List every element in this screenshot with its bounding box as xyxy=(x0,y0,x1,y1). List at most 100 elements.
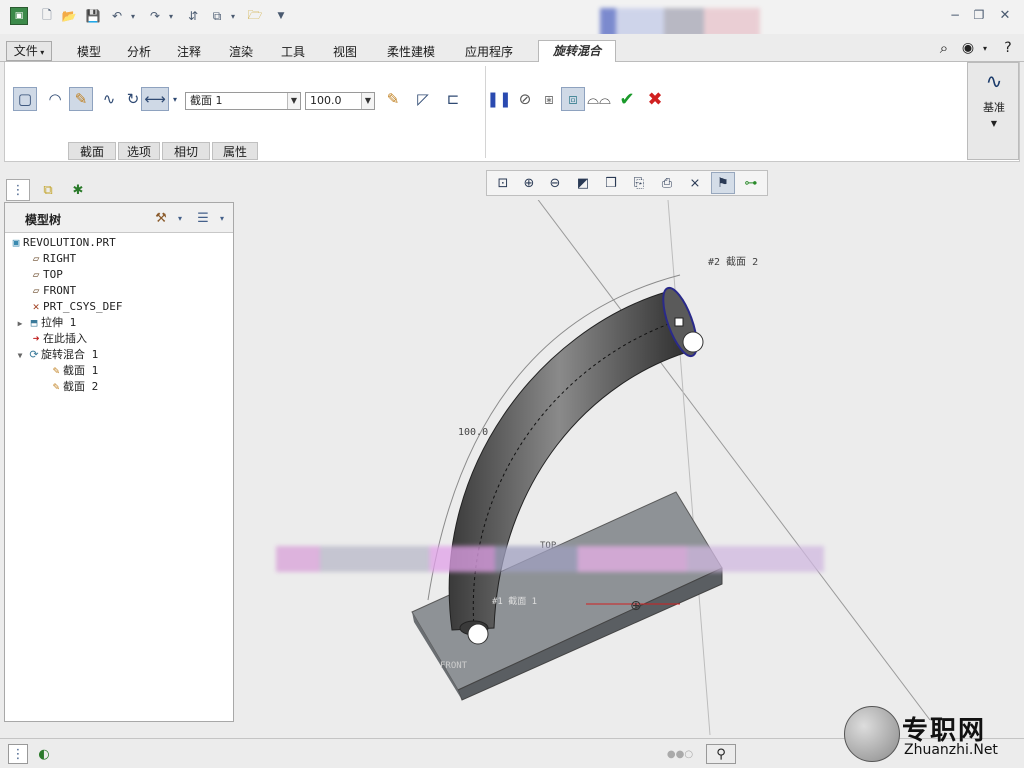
section-select[interactable]: 截面 1 ▼ xyxy=(185,92,301,110)
close-icon[interactable]: ✕ xyxy=(996,6,1014,24)
tab-analysis[interactable]: 分析 xyxy=(116,42,162,62)
help-icon[interactable]: ? xyxy=(998,38,1018,58)
graphics-area[interactable]: ⊕ 100.0 #2 截面 2 #1 截面 1 TOP FRONT xyxy=(240,200,1024,735)
tree-item-label: 拉伸 1 xyxy=(41,316,77,329)
tree-settings-dropdown-icon[interactable]: ▾ xyxy=(175,208,185,228)
tab-flexible-modeling[interactable]: 柔性建模 xyxy=(374,42,448,62)
tab-tools[interactable]: 工具 xyxy=(270,42,316,62)
app-logo-icon: ▣ xyxy=(10,7,28,25)
tab-annotate[interactable]: 注释 xyxy=(166,42,212,62)
folder-browser-tab-icon[interactable]: ⧉ xyxy=(36,179,60,201)
zoom-out-icon[interactable]: ⊖ xyxy=(543,172,567,194)
tab-applications[interactable]: 应用程序 xyxy=(454,42,524,62)
model-tree-tab-icon[interactable]: ⋮ xyxy=(6,179,30,201)
spline-icon[interactable]: ∿ xyxy=(97,87,121,111)
display-style-icon[interactable]: ❒ xyxy=(599,172,623,194)
datum-group[interactable]: ∿ 基准 ▼ xyxy=(967,62,1019,160)
help-dropdown-icon[interactable]: ▾ xyxy=(980,38,990,58)
new-file-icon[interactable]: 🗋 xyxy=(38,7,56,25)
navigator-tabs: ⋮ ⧉ ✱ xyxy=(4,176,96,202)
datum-axis-vertical xyxy=(667,200,711,735)
tree-item-csys[interactable]: ✕ PRT_CSYS_DEF xyxy=(29,299,123,315)
favorites-tab-icon[interactable]: ✱ xyxy=(66,179,90,201)
section-select-value: 截面 1 xyxy=(190,94,223,107)
undo-icon[interactable]: ↶ xyxy=(108,7,126,25)
subtab-properties[interactable]: 属性 xyxy=(212,142,258,160)
drag-handle-bottom[interactable] xyxy=(467,623,489,645)
show-navigator-icon[interactable]: ⋮ xyxy=(8,744,28,764)
tree-settings-icon[interactable]: ⚒ xyxy=(151,208,171,228)
save-icon[interactable]: 💾 xyxy=(84,7,102,25)
subtab-options[interactable]: 选项 xyxy=(118,142,160,160)
tree-item-right[interactable]: ▱ RIGHT xyxy=(29,251,76,267)
tree-columns-icon[interactable]: ☰ xyxy=(193,208,213,228)
datum-dropdown-icon: ▼ xyxy=(990,119,998,128)
windows-dropdown-icon[interactable]: ▾ xyxy=(228,7,238,25)
cancel-x-icon[interactable]: ✖ xyxy=(643,87,667,111)
collapse-arrow-icon[interactable]: ▼ xyxy=(13,348,27,364)
preview-mesh-icon[interactable]: ⧆ xyxy=(537,87,561,111)
subtab-sections[interactable]: 截面 xyxy=(68,142,116,160)
windows-icon[interactable]: ⧉ xyxy=(208,7,226,25)
confirm-checkmark-icon[interactable]: ✔ xyxy=(615,87,639,111)
undo-dropdown-icon[interactable]: ▾ xyxy=(128,7,138,25)
dimension-dropdown-icon[interactable]: ▾ xyxy=(169,87,181,111)
find-icon[interactable]: ⚲ xyxy=(706,744,736,764)
annotation-display-icon[interactable]: ⚑ xyxy=(711,172,735,194)
solid-icon[interactable]: ▢ xyxy=(13,87,37,111)
drag-handle-top[interactable] xyxy=(682,331,704,353)
tree-item-revolve-blend[interactable]: ▼ ⟳ 旋转混合 1 xyxy=(13,347,99,364)
angle-input[interactable]: 100.0 ▼ xyxy=(305,92,375,110)
remove-material-icon[interactable]: ⊏ xyxy=(441,87,465,111)
customize-qat-icon[interactable]: ▼ xyxy=(274,7,288,25)
verify-preview-icon[interactable]: ⧈ xyxy=(561,87,585,111)
revolve-blend-icon: ⟳ xyxy=(29,348,39,361)
spin-center-icon[interactable]: ⊶ xyxy=(739,172,763,194)
saved-orientations-icon[interactable]: ⎘ xyxy=(627,172,651,194)
close-window-icon[interactable]: 🗁 xyxy=(246,7,264,25)
no-preview-icon[interactable]: ⊘ xyxy=(513,87,537,111)
redo-icon[interactable]: ↷ xyxy=(146,7,164,25)
tree-columns-dropdown-icon[interactable]: ▾ xyxy=(217,208,227,228)
glasses-icon[interactable]: ⌓⌓ xyxy=(587,87,611,111)
regenerate-icon[interactable]: ⇵ xyxy=(184,7,202,25)
tab-view[interactable]: 视图 xyxy=(322,42,368,62)
pause-icon[interactable]: ❚❚ xyxy=(486,87,511,111)
tree-item-top[interactable]: ▱ TOP xyxy=(29,267,63,283)
tree-item-front[interactable]: ▱ FRONT xyxy=(29,283,76,299)
tab-revolve-blend[interactable]: 旋转混合 xyxy=(538,40,616,63)
refit-icon[interactable]: ⊡ xyxy=(491,172,515,194)
help-center-icon[interactable]: ◉ xyxy=(958,38,978,58)
open-folder-icon[interactable]: 📂 xyxy=(60,7,78,25)
redo-dropdown-icon[interactable]: ▾ xyxy=(166,7,176,25)
drag-handle-square[interactable] xyxy=(674,317,684,327)
tree-item-section-1[interactable]: ✎ 截面 1 xyxy=(49,363,99,379)
surface-icon[interactable]: ◠ xyxy=(43,87,67,111)
dimension-icon[interactable]: ⟷ xyxy=(141,87,169,111)
repaint-icon[interactable]: ◩ xyxy=(571,172,595,194)
define-sketch-icon[interactable]: ✎ xyxy=(381,87,405,111)
restore-icon[interactable]: ❐ xyxy=(970,6,988,24)
tree-item-part[interactable]: ▣ REVOLUTION.PRT xyxy=(9,235,116,251)
watermark-url: Zhuanzhi.Net xyxy=(904,742,998,758)
minimize-icon[interactable]: − xyxy=(946,6,964,24)
tab-model[interactable]: 模型 xyxy=(66,42,112,62)
flip-direction-icon[interactable]: ◸ xyxy=(411,87,435,111)
view-manager-icon[interactable]: ⎙ xyxy=(655,172,679,194)
tree-item-insert-here[interactable]: ➜ 在此插入 xyxy=(29,331,87,347)
expand-arrow-icon[interactable]: ▶ xyxy=(13,316,27,332)
datum-display-filters-icon[interactable]: ⨯ xyxy=(683,172,707,194)
angle-dim-label[interactable]: 100.0 xyxy=(458,427,488,438)
tree-item-section-2[interactable]: ✎ 截面 2 xyxy=(49,379,99,395)
zoom-in-icon[interactable]: ⊕ xyxy=(517,172,541,194)
subtab-tangency[interactable]: 相切 xyxy=(162,142,210,160)
sketch-edit-icon[interactable]: ✎ xyxy=(69,87,93,111)
file-menu-button[interactable]: 文件 ▾ xyxy=(6,41,52,61)
search-icon[interactable]: ⌕ xyxy=(934,38,954,58)
tab-render[interactable]: 渲染 xyxy=(218,42,264,62)
show-browser-icon[interactable]: ◐ xyxy=(34,744,54,764)
section-1-label: #1 截面 1 xyxy=(492,595,537,607)
angle-input-arrow-icon: ▼ xyxy=(361,93,374,109)
model-tree-header: 模型树 ⚒ ▾ ☰ ▾ xyxy=(5,203,233,233)
tree-item-extrude[interactable]: ▶ ⬒ 拉伸 1 xyxy=(13,315,77,332)
